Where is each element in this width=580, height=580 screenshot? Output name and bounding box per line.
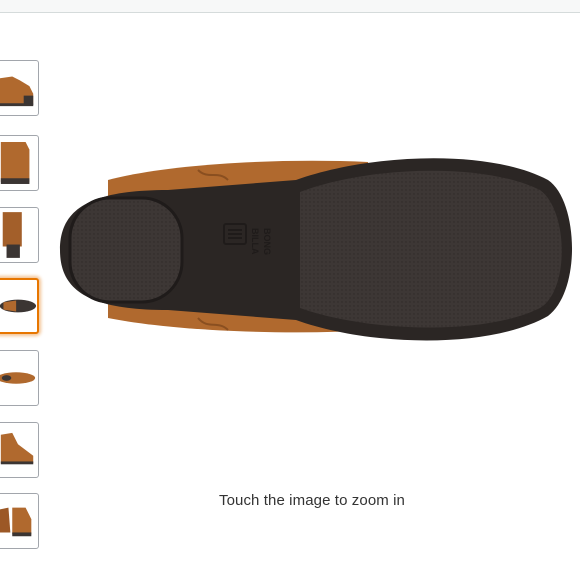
product-main-image[interactable]: BILLA BONG	[48, 140, 580, 360]
shoe-sole-image: BILLA BONG	[60, 158, 573, 341]
boot-angle-icon	[0, 432, 34, 465]
svg-text:BONG: BONG	[262, 228, 272, 255]
zoom-hint-text: Touch the image to zoom in	[218, 492, 406, 509]
thumbnail-sole-view[interactable]	[0, 278, 39, 334]
boot-top-icon	[0, 372, 36, 384]
thumbnail-angle-view[interactable]	[0, 422, 39, 478]
thumbnail-back-view[interactable]	[0, 135, 39, 191]
thumbnail-side-view[interactable]	[0, 60, 39, 116]
svg-text:BILLA: BILLA	[250, 228, 260, 255]
thumbnail-heel-view[interactable]	[0, 207, 39, 263]
boot-sole-icon	[0, 299, 37, 313]
boot-back-icon	[0, 142, 30, 184]
top-bar	[0, 0, 580, 13]
thumbnail-top-view[interactable]	[0, 350, 39, 406]
boot-heel-icon	[2, 212, 22, 258]
boot-side-icon	[0, 76, 34, 107]
